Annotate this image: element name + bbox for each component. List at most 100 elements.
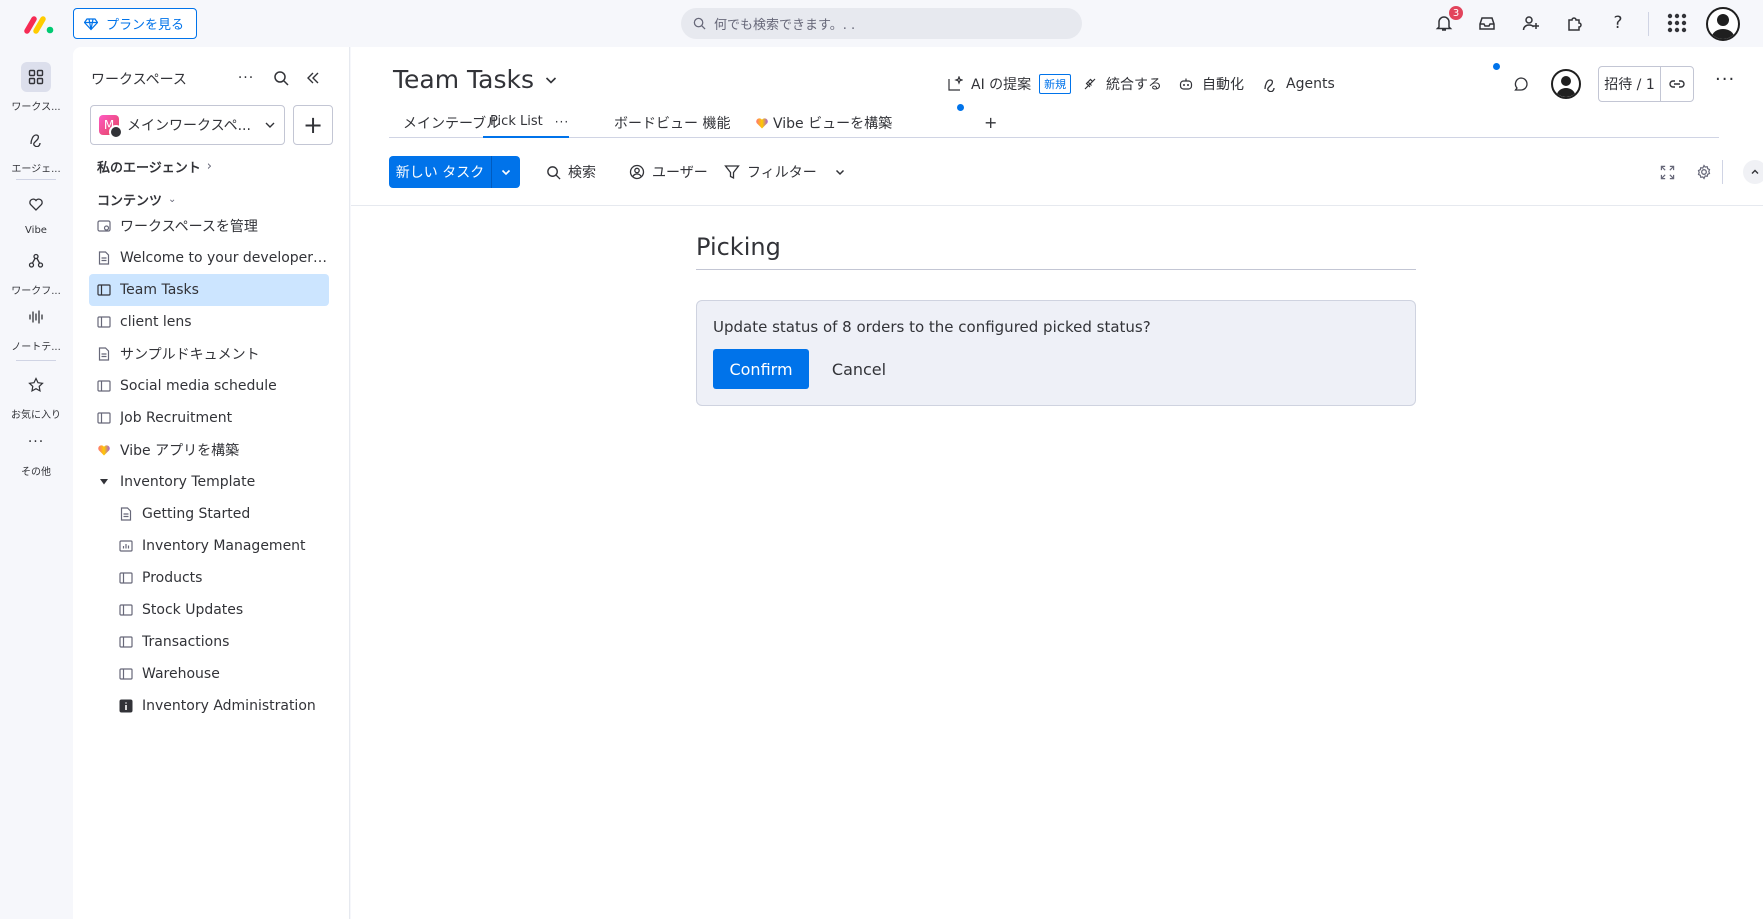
chevron-right-icon: › [206, 159, 212, 174]
rail-item-more[interactable]: ··· その他 [0, 427, 72, 478]
board-icon [97, 315, 111, 329]
chevron-down-icon[interactable] [492, 156, 520, 188]
confirm-button[interactable]: Confirm [713, 349, 809, 389]
sidebar-item-job-recruitment[interactable]: Job Recruitment [89, 402, 329, 434]
updates-chat-icon[interactable] [1513, 69, 1529, 99]
monday-logo-icon[interactable] [24, 13, 56, 35]
sidebar-item-transactions[interactable]: Transactions [111, 626, 329, 658]
sidebar-item-label: ワークスペースを管理 [120, 219, 258, 235]
filter-button[interactable]: フィルター [724, 156, 846, 188]
sidebar-item-inventory-administration[interactable]: Inventory Administration [111, 690, 329, 722]
board-icon [119, 667, 133, 681]
help-icon[interactable]: ? [1606, 11, 1630, 35]
see-plans-button[interactable]: プランを見る [73, 8, 198, 39]
new-task-button[interactable]: 新しい タスク [389, 156, 520, 188]
global-search-input[interactable]: 何でも検索できます。. . [681, 8, 1082, 39]
rail-item-vibe[interactable]: Vibe [0, 189, 72, 236]
sidebar-item-label: Social media schedule [120, 378, 277, 394]
board-icon [119, 571, 133, 585]
topbar-divider [1648, 12, 1649, 36]
rail-label: エージェ... [11, 164, 61, 175]
person-filter-button[interactable]: ユーザー [629, 156, 708, 188]
sidebar-item-client-lens[interactable]: client lens [89, 306, 329, 338]
integrate-button[interactable]: 統合する [1082, 69, 1162, 99]
tab-board-view-features[interactable]: ボードビュー 機能 [614, 107, 730, 138]
sidebar-item-social-media-schedule[interactable]: Social media schedule [89, 370, 329, 402]
agents-icon [21, 124, 51, 154]
copy-link-icon[interactable] [1661, 67, 1693, 101]
sidebar-item-warehouse[interactable]: Warehouse [111, 658, 329, 690]
sidebar-search-icon[interactable] [270, 67, 292, 89]
user-label: ユーザー [652, 165, 708, 181]
sidebar-item-stock-updates[interactable]: Stock Updates [111, 594, 329, 626]
board-member-avatar[interactable] [1551, 69, 1581, 99]
board-icon [97, 411, 111, 425]
collapse-header-button[interactable] [1743, 160, 1763, 184]
notification-count-badge: 3 [1447, 4, 1465, 22]
tab-build-vibe-view[interactable]: Vibe ビューを構築 [755, 107, 892, 138]
sidebar-item-label: Products [142, 570, 203, 586]
invite-button[interactable]: 招待 / 1 [1598, 66, 1694, 102]
sidebar-item-getting-started[interactable]: Getting Started [111, 498, 329, 530]
board-title-text: Team Tasks [393, 65, 535, 94]
app-grid-icon[interactable] [1665, 11, 1689, 35]
sidebar-item-team-tasks[interactable]: Team Tasks [89, 274, 329, 306]
agents-button[interactable]: Agents [1262, 69, 1335, 99]
tab-pick-list[interactable]: Pick List ··· [483, 107, 569, 138]
settings-gear-icon[interactable] [1692, 160, 1716, 184]
collapse-sidebar-icon[interactable] [302, 67, 324, 89]
inbox-icon[interactable] [1475, 11, 1499, 35]
sidebar-item-build-vibe-app[interactable]: Vibe アプリを構築 [89, 434, 329, 466]
my-agents-section[interactable]: 私のエージェント › [97, 157, 212, 176]
workspace-options-icon[interactable]: ··· [235, 67, 257, 89]
audio-wave-icon [21, 302, 51, 332]
user-avatar[interactable] [1706, 7, 1740, 41]
invite-members-icon[interactable] [1519, 11, 1543, 35]
ai-suggest-button[interactable]: AI の提案 新規 [947, 69, 1072, 99]
search-icon [693, 17, 706, 30]
search-label: 検索 [568, 165, 596, 181]
search-icon [546, 165, 561, 180]
rail-item-notetaker[interactable]: ノートテ... [0, 302, 72, 353]
sidebar-item-label: Inventory Template [120, 474, 256, 490]
top-bar: プランを見る 何でも検索できます。. . 3 ? [0, 0, 1763, 47]
workspace-selector[interactable]: M メインワークスペ... [90, 105, 285, 145]
apps-puzzle-icon[interactable] [1563, 11, 1587, 35]
rail-item-workflows[interactable]: ワークフ... [0, 246, 72, 297]
contents-section[interactable]: コンテンツ ⌄ [97, 190, 176, 209]
automate-button[interactable]: 自動化 [1178, 69, 1244, 99]
search-button[interactable]: 検索 [546, 156, 596, 188]
workspaces-grid-icon [21, 62, 51, 92]
fullscreen-icon[interactable] [1655, 160, 1679, 184]
add-item-button[interactable]: + [293, 105, 333, 145]
sidebar-item-label: Warehouse [142, 666, 220, 682]
sidebar-item-label: Transactions [142, 634, 230, 650]
sidebar-item-products[interactable]: Products [111, 562, 329, 594]
vibe-heart-icon [21, 189, 51, 219]
sidebar-item-welcome-doc[interactable]: Welcome to your developer acc... [89, 242, 329, 274]
new-task-label: 新しい タスク [389, 156, 492, 188]
sidebar-item-inventory-management[interactable]: Inventory Management [111, 530, 329, 562]
sidebar-item-sample-doc[interactable]: サンプルドキュメント [89, 338, 329, 370]
vibe-tab-dot [957, 104, 964, 111]
tab-options-icon[interactable]: ··· [555, 115, 569, 129]
rail-item-workspaces[interactable]: ワークス... [0, 62, 72, 113]
sidebar-folder-inventory-template[interactable]: Inventory Template [89, 466, 329, 498]
agents-status-dot [1493, 63, 1500, 70]
rail-label: ワークフ... [11, 286, 61, 297]
add-view-button[interactable]: + [984, 107, 997, 138]
rail-item-agents[interactable]: エージェ... [0, 124, 72, 175]
workspace-settings-icon [97, 219, 111, 233]
tab-label: ボードビュー 機能 [614, 115, 731, 132]
board-title[interactable]: Team Tasks [393, 65, 558, 94]
rail-item-favorites[interactable]: お気に入り [0, 370, 72, 421]
contents-label: コンテンツ [97, 194, 163, 209]
sidebar-item-label: Stock Updates [142, 602, 244, 618]
plug-icon [1082, 76, 1098, 92]
sidebar-item-label: サンプルドキュメント [120, 347, 260, 363]
workspace-badge-icon: M [99, 115, 123, 139]
sidebar-item-manage-workspace[interactable]: ワークスペースを管理 [89, 210, 329, 242]
cancel-button[interactable]: Cancel [821, 349, 897, 389]
star-icon [21, 370, 51, 400]
board-more-options-icon[interactable]: ··· [1715, 69, 1735, 90]
